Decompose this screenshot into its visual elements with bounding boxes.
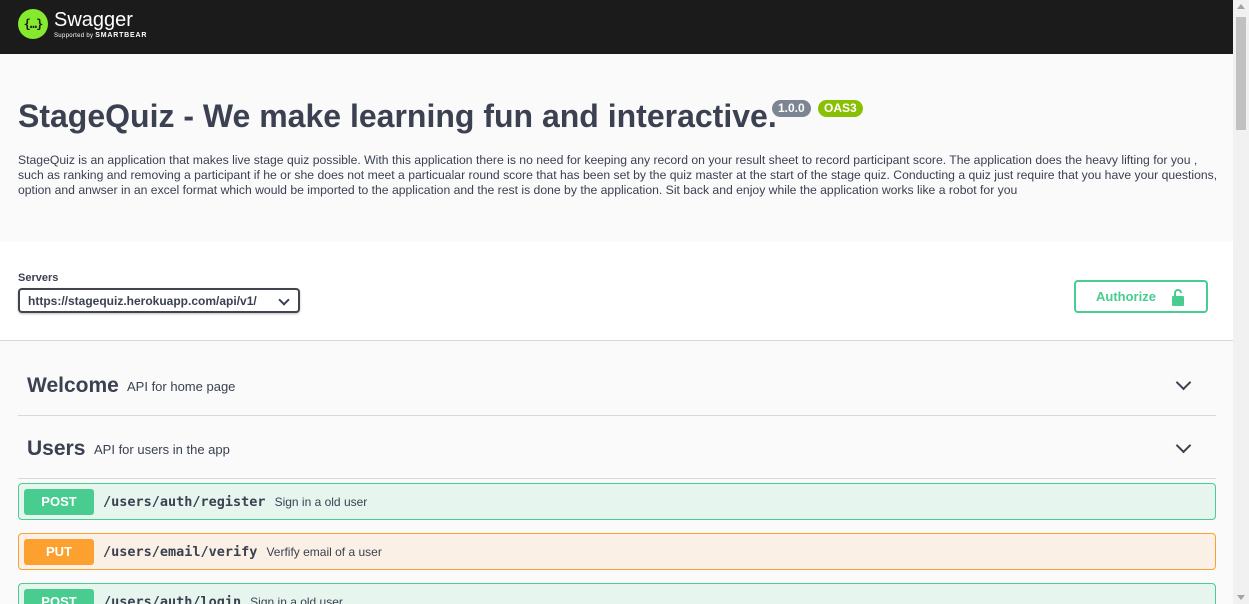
chevron-down-icon xyxy=(278,294,290,306)
operation-path: /users/email/verify xyxy=(103,543,258,560)
scroll-down-arrow-icon[interactable] xyxy=(1237,595,1245,600)
logo-subtitle: Supported by SMARTBEAR xyxy=(54,32,147,39)
scroll-up-arrow-icon[interactable] xyxy=(1237,4,1245,9)
unlock-icon xyxy=(1172,289,1184,306)
operation-summary: Sign in a old user xyxy=(250,594,343,604)
servers-select[interactable]: https://stagequiz.herokuapp.com/api/v1/ xyxy=(18,288,300,313)
tag-section-welcome[interactable]: Welcome API for home page xyxy=(18,357,1216,416)
logo-sub-prefix: Supported by xyxy=(54,32,94,39)
tag-section-users[interactable]: Users API for users in the app xyxy=(18,416,1216,479)
method-badge: PUT xyxy=(24,538,94,565)
operation-summary: Verfify email of a user xyxy=(266,544,382,559)
tag-name-users: Users xyxy=(27,437,86,460)
authorize-button[interactable]: Authorize xyxy=(1074,280,1208,313)
oas-badge: OAS3 xyxy=(818,100,863,117)
logo-name: Swagger xyxy=(54,8,133,31)
chevron-down-icon[interactable] xyxy=(1175,374,1192,391)
version-badge: 1.0.0 xyxy=(772,100,811,117)
tag-description-users: API for users in the app xyxy=(94,442,230,457)
method-badge: POST xyxy=(24,588,94,604)
swagger-logo[interactable]: {…} Swagger Supported by SMARTBEAR xyxy=(18,9,147,39)
swagger-logo-icon: {…} xyxy=(18,9,48,39)
api-info: StageQuiz - We make learning fun and int… xyxy=(0,54,1233,242)
operation-put-verify[interactable]: PUT /users/email/verify Verfify email of… xyxy=(18,533,1216,570)
operation-path: /users/auth/register xyxy=(103,493,266,510)
servers-label: Servers xyxy=(18,272,59,284)
api-description: StageQuiz is an application that makes l… xyxy=(18,153,1218,198)
logo-text: Swagger Supported by SMARTBEAR xyxy=(54,10,147,39)
scheme-container: Servers https://stagequiz.herokuapp.com/… xyxy=(0,242,1233,341)
operation-post-register[interactable]: POST /users/auth/register Sign in a old … xyxy=(18,483,1216,520)
scrollbar-thumb[interactable] xyxy=(1236,17,1246,130)
scrollbar[interactable] xyxy=(1233,0,1249,604)
page-title: StageQuiz - We make learning fun and int… xyxy=(18,98,777,134)
servers-selected-value: https://stagequiz.herokuapp.com/api/v1/ xyxy=(28,294,257,308)
topbar: {…} Swagger Supported by SMARTBEAR xyxy=(0,0,1233,54)
tag-description-welcome: API for home page xyxy=(127,379,236,394)
chevron-down-icon[interactable] xyxy=(1175,437,1192,454)
method-badge: POST xyxy=(24,488,94,515)
operation-path: /users/auth/login xyxy=(103,593,242,604)
tag-name-welcome: Welcome xyxy=(27,374,119,397)
operation-post-login[interactable]: POST /users/auth/login Sign in a old use… xyxy=(18,583,1216,604)
operation-summary: Sign in a old user xyxy=(274,494,368,509)
logo-sub-brand: SMARTBEAR xyxy=(95,31,148,39)
authorize-label: Authorize xyxy=(1096,289,1156,304)
